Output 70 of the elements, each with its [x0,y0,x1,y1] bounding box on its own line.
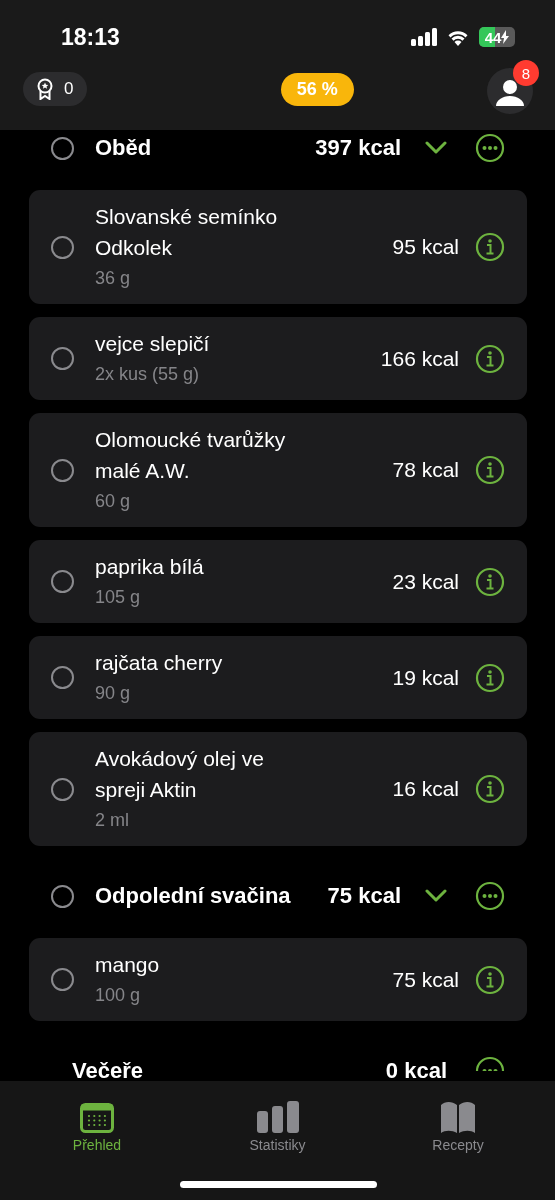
section-checkbox[interactable] [51,884,74,908]
more-icon[interactable] [475,133,505,163]
meal-kcal: 75 kcal [327,883,401,909]
more-icon[interactable] [475,881,505,911]
food-card[interactable]: Slovanské semínko Odkolek 36 g 95 kcal [29,190,527,304]
calendar-icon [80,1103,114,1133]
section-checkbox[interactable] [51,136,74,160]
info-icon[interactable] [475,343,505,374]
more-icon[interactable] [475,1056,505,1071]
food-name: mango [95,952,161,978]
awards-button[interactable]: 0 [23,72,88,106]
food-amount: 100 g [95,984,142,1007]
signal-icon [411,28,437,46]
food-kcal: 16 kcal [392,777,459,801]
food-amount: 105 g [95,586,142,609]
wifi-icon [446,28,470,46]
meal-kcal: 0 kcal [385,1058,447,1084]
food-amount: 90 g [95,682,132,705]
meal-name: Odpolední svačina [95,883,292,909]
food-card[interactable]: rajčata cherry 90 g 19 kcal [29,636,527,719]
food-card[interactable]: paprika bílá 105 g 23 kcal [29,540,527,623]
food-amount: 60 g [95,490,132,513]
food-name: vejce slepičí [95,331,211,357]
food-card[interactable]: Avokádový olej ve spreji Aktin 2 ml 16 kcal [29,732,527,846]
food-card[interactable]: vejce slepičí 2x kus (55 g) 166 kcal [29,317,527,400]
meal-name: Večeře [72,1058,144,1084]
chevron-icon[interactable] [425,141,447,155]
food-amount: 2 ml [95,809,130,832]
food-kcal: 95 kcal [392,235,459,259]
info-icon[interactable] [475,964,505,995]
food-name: Olomoucké tvarůžky malé A.W. [95,427,287,484]
food-checkbox[interactable] [51,777,74,801]
bar-chart-icon [256,1101,299,1133]
info-icon[interactable] [475,455,505,485]
info-icon[interactable] [475,662,505,693]
progress-badge: 56 % [280,72,354,106]
award-icon [36,78,54,100]
food-card[interactable]: mango 100 g 75 kcal [29,938,527,1021]
food-amount: 2x kus (55 g) [95,363,201,386]
food-name: paprika bílá [95,554,205,580]
food-checkbox[interactable] [51,968,74,991]
food-kcal: 78 kcal [392,458,459,482]
tab[interactable]: Přehled [42,1091,152,1153]
food-card[interactable]: Olomoucké tvarůžky malé A.W. 60 g 78 kcal [29,413,527,527]
food-checkbox[interactable] [51,666,74,689]
food-name: Slovanské semínko Odkolek [95,204,279,261]
food-name: Avokádový olej ve spreji Aktin [95,746,265,803]
tab[interactable]: Recepty [403,1091,513,1153]
food-kcal: 166 kcal [380,346,459,371]
meal-kcal: 397 kcal [315,135,401,161]
meal-name: Oběd [95,135,153,161]
info-icon[interactable] [475,232,505,262]
food-name: rajčata cherry [95,650,224,676]
person-icon [495,78,525,106]
status-time: 18:13 [61,23,120,51]
food-checkbox[interactable] [51,570,74,593]
info-icon[interactable] [475,774,505,804]
notification-badge: 8 [513,60,539,86]
food-kcal: 19 kcal [392,665,459,690]
tab[interactable]: Statistiky [222,1091,333,1153]
food-checkbox[interactable] [51,235,74,259]
food-kcal: 75 kcal [392,967,459,992]
book-icon [439,1101,477,1133]
food-checkbox[interactable] [51,458,74,482]
chevron-icon[interactable] [425,889,447,903]
info-icon[interactable] [475,566,505,597]
food-amount: 36 g [95,267,132,290]
food-checkbox[interactable] [51,347,74,370]
battery-indicator: 44 [479,27,515,47]
food-kcal: 23 kcal [392,569,459,594]
